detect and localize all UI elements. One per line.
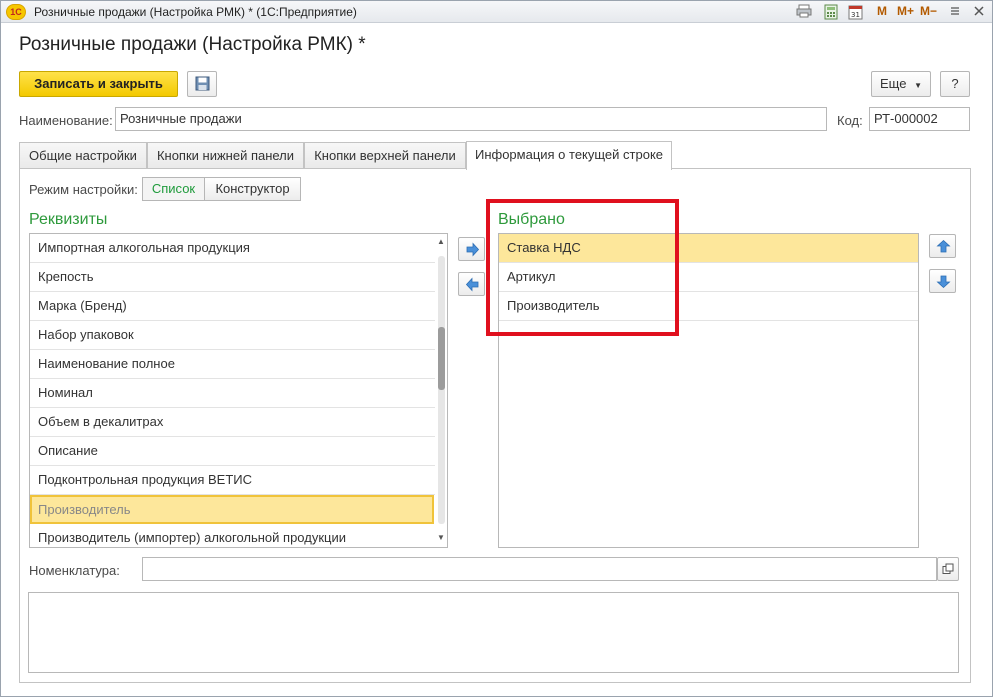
memory-mplus-button[interactable]: M+ <box>897 4 914 18</box>
list-item-selected[interactable]: Ставка НДС <box>499 234 918 263</box>
mode-constructor-button[interactable]: Конструктор <box>204 177 301 201</box>
remove-from-chosen-button[interactable] <box>458 272 485 296</box>
list-item[interactable]: Номинал <box>30 379 435 408</box>
title-bar: 1С Розничные продажи (Настройка РМК) * (… <box>1 1 992 23</box>
tab-general-settings[interactable]: Общие настройки <box>19 142 147 169</box>
move-down-button[interactable] <box>929 269 956 293</box>
save-button[interactable] <box>187 71 217 97</box>
requisites-title: Реквизиты <box>29 211 108 228</box>
save-and-close-button[interactable]: Записать и закрыть <box>19 71 178 97</box>
chevron-down-icon: ▼ <box>914 81 922 90</box>
open-button[interactable] <box>937 557 959 581</box>
chosen-list[interactable]: Ставка НДС Артикул Производитель <box>498 233 919 548</box>
list-item-selected[interactable]: Производитель <box>30 495 434 524</box>
list-item[interactable]: Описание <box>30 437 435 466</box>
code-field[interactable]: РТ-000002 <box>869 107 970 131</box>
requisites-scrollbar[interactable]: ▲ ▼ <box>435 234 447 547</box>
list-item[interactable]: Артикул <box>499 263 918 292</box>
list-item[interactable]: Крепость <box>30 263 435 292</box>
add-to-chosen-button[interactable] <box>458 237 485 261</box>
memory-m-button[interactable]: M <box>877 4 887 18</box>
arrow-up-icon <box>936 239 951 253</box>
list-item[interactable]: Импортная алкогольная продукция <box>30 234 435 263</box>
move-up-button[interactable] <box>929 234 956 258</box>
memory-mminus-button[interactable]: M− <box>920 4 937 18</box>
mode-list-button[interactable]: Список <box>142 177 205 201</box>
code-label: Код: <box>837 113 863 128</box>
arrow-down-icon <box>936 275 951 289</box>
floppy-disk-icon <box>195 76 210 91</box>
scroll-down-icon[interactable]: ▼ <box>435 532 447 544</box>
scroll-thumb[interactable] <box>438 327 445 390</box>
more-label: Еще <box>880 76 907 91</box>
app-logo-icon: 1С <box>6 4 26 20</box>
list-item[interactable]: Набор упаковок <box>30 321 435 350</box>
list-item[interactable]: Объем в декалитрах <box>30 408 435 437</box>
list-item[interactable]: Производитель <box>499 292 918 321</box>
list-item[interactable]: Производитель (импортер) алкогольной про… <box>30 524 435 547</box>
arrow-left-icon <box>465 277 479 292</box>
tab-current-row-info[interactable]: Информация о текущей строке <box>466 141 672 170</box>
requisites-list[interactable]: Импортная алкогольная продукция Крепость… <box>29 233 448 548</box>
menu-icon[interactable] <box>946 3 964 21</box>
list-item[interactable]: Наименование полное <box>30 350 435 379</box>
more-button[interactable]: Еще ▼ <box>871 71 931 97</box>
tab-top-panel-buttons[interactable]: Кнопки верхней панели <box>304 142 466 169</box>
calculator-icon[interactable] <box>823 4 839 20</box>
window-title: Розничные продажи (Настройка РМК) * (1С:… <box>34 5 357 19</box>
calendar-icon[interactable]: 31 <box>847 4 863 20</box>
scroll-track <box>438 256 445 524</box>
arrow-right-icon <box>466 242 480 257</box>
list-item[interactable]: Подконтрольная продукция ВЕТИС <box>30 466 435 495</box>
name-label: Наименование: <box>19 113 113 128</box>
name-field[interactable]: Розничные продажи <box>115 107 827 131</box>
open-window-icon <box>942 563 954 574</box>
tab-bottom-panel-buttons[interactable]: Кнопки нижней панели <box>147 142 304 169</box>
help-button[interactable]: ? <box>940 71 970 97</box>
scroll-up-icon[interactable]: ▲ <box>435 236 447 248</box>
close-icon[interactable] <box>970 3 988 21</box>
page-title: Розничные продажи (Настройка РМК) * <box>19 34 366 55</box>
chosen-title: Выбрано <box>498 211 565 228</box>
nomenclature-field[interactable] <box>142 557 937 581</box>
mode-label: Режим настройки: <box>29 182 138 197</box>
svg-text:31: 31 <box>851 11 860 19</box>
app-window: 1С Розничные продажи (Настройка РМК) * (… <box>0 0 993 697</box>
list-item[interactable]: Марка (Бренд) <box>30 292 435 321</box>
nomenclature-label: Номенклатура: <box>29 563 120 578</box>
current-row-preview-area[interactable] <box>28 592 959 673</box>
print-icon[interactable] <box>796 4 812 20</box>
